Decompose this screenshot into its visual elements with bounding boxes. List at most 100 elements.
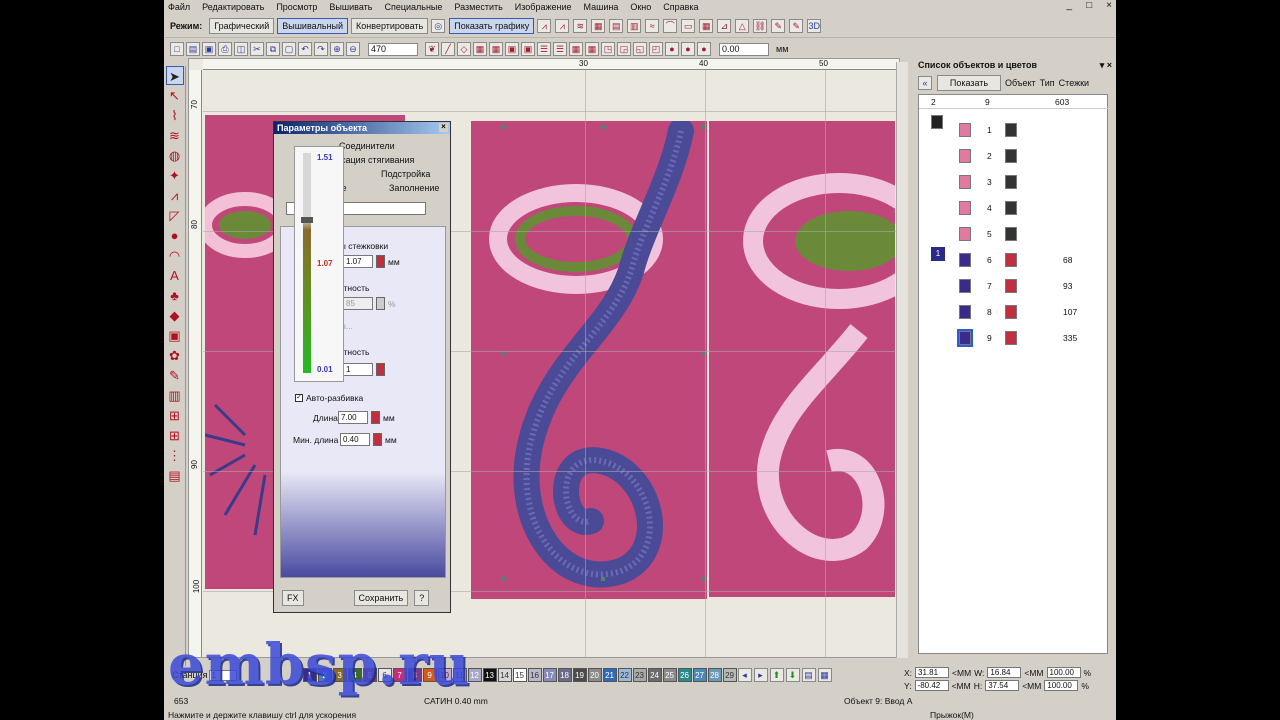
stitch-type-icon[interactable]: ⩘: [537, 18, 552, 33]
satin-icon[interactable]: ▦: [591, 18, 606, 33]
diamond-icon[interactable]: ◆: [166, 306, 184, 325]
table-icon[interactable]: ▦: [585, 42, 599, 56]
zoom-field[interactable]: 470: [368, 42, 418, 56]
copy-icon[interactable]: ⧉: [266, 42, 280, 56]
tool-icon[interactable]: ✎: [771, 18, 786, 33]
color-swatch[interactable]: [959, 123, 971, 137]
move-down-icon[interactable]: ⬇: [785, 668, 800, 682]
fill-icon[interactable]: ▤: [609, 18, 624, 33]
preview-icon[interactable]: ◫: [234, 42, 248, 56]
applique-icon[interactable]: ✿: [166, 346, 184, 365]
image-icon[interactable]: ▣: [521, 42, 535, 56]
menu-arrange[interactable]: Разместить: [454, 2, 502, 12]
tab-adjust[interactable]: Подстройка: [381, 169, 430, 179]
color-swatch[interactable]: [959, 227, 971, 241]
line-icon[interactable]: ╱: [441, 42, 455, 56]
list-item[interactable]: 8 107: [919, 299, 1109, 325]
palette-color-14[interactable]: 14: [497, 668, 512, 682]
menu-view[interactable]: Просмотр: [276, 2, 317, 12]
min-length-input[interactable]: 0.40: [340, 433, 370, 446]
palette-color-29[interactable]: 29: [722, 668, 737, 682]
circle-icon[interactable]: ●: [166, 226, 184, 245]
fill-icon[interactable]: ▥: [627, 18, 642, 33]
close-button[interactable]: ×: [1106, 0, 1112, 11]
spin-button[interactable]: [376, 297, 385, 310]
corner-icon[interactable]: ⊿: [717, 18, 732, 33]
color-swatch[interactable]: [959, 175, 971, 189]
satin-icon[interactable]: ≋: [166, 126, 184, 145]
complex-fill-icon[interactable]: ✦: [166, 166, 184, 185]
node-icon[interactable]: ●: [665, 42, 679, 56]
x-input[interactable]: 31.81: [915, 667, 950, 678]
cut-icon[interactable]: ✂: [250, 42, 264, 56]
menu-file[interactable]: Файл: [168, 2, 190, 12]
stitch-type-icon[interactable]: ⩘: [555, 18, 570, 33]
monogram-icon[interactable]: ♣: [166, 286, 184, 305]
list-item[interactable]: 3: [919, 169, 1109, 195]
image-icon[interactable]: ▣: [505, 42, 519, 56]
list-item[interactable]: 4: [919, 195, 1109, 221]
minimize-button[interactable]: _: [1067, 0, 1073, 11]
color-swatch[interactable]: [959, 253, 971, 267]
color-swatch[interactable]: [959, 305, 971, 319]
collapse-icon[interactable]: «: [918, 76, 932, 90]
height-percent-input[interactable]: 100.00: [1044, 680, 1079, 691]
tab-fill[interactable]: Заполнение: [389, 183, 439, 193]
list-icon[interactable]: ☰: [553, 42, 567, 56]
outline-icon[interactable]: ▭: [681, 18, 696, 33]
arrow-icon[interactable]: ◂: [737, 668, 752, 682]
repeat-input[interactable]: 1: [343, 363, 373, 376]
tool-icon[interactable]: ◲: [617, 42, 631, 56]
density-input[interactable]: 85: [343, 297, 373, 310]
slider-track[interactable]: [303, 153, 311, 373]
length-input[interactable]: 7.00: [338, 411, 368, 424]
save-button[interactable]: Сохранить: [353, 590, 409, 606]
zoom-out-icon[interactable]: ⊖: [346, 42, 360, 56]
menu-help[interactable]: Справка: [663, 2, 698, 12]
open-file-icon[interactable]: ▤: [186, 42, 200, 56]
palette-color-26[interactable]: 26: [677, 668, 692, 682]
motif-icon[interactable]: ✎: [166, 366, 184, 385]
menu-image[interactable]: Изображение: [515, 2, 572, 12]
tool-icon[interactable]: ▦: [817, 668, 832, 682]
grid-icon[interactable]: ⊞: [166, 426, 184, 445]
help-button[interactable]: ?: [414, 590, 430, 606]
grid-icon[interactable]: ▦: [473, 42, 487, 56]
menu-edit[interactable]: Редактировать: [202, 2, 264, 12]
list-item[interactable]: 9 335: [919, 325, 1109, 351]
width-input[interactable]: 16.84: [987, 667, 1022, 678]
camera-icon[interactable]: ▤: [166, 466, 184, 485]
palette-color-13[interactable]: 13: [482, 668, 497, 682]
menu-window[interactable]: Окно: [630, 2, 651, 12]
menu-special[interactable]: Специальные: [384, 2, 442, 12]
leaf-icon[interactable]: ❦: [425, 42, 439, 56]
design-canvas[interactable]: 30 40 50 70 80 90 100 Параметры объекта …: [188, 58, 900, 658]
palette-color-23[interactable]: 23: [632, 668, 647, 682]
palette-color-20[interactable]: 20: [587, 668, 602, 682]
grid-icon[interactable]: ▦: [699, 18, 714, 33]
stitch-icon[interactable]: ⋮: [166, 446, 184, 465]
palette-color-25[interactable]: 25: [662, 668, 677, 682]
panel-controls[interactable]: ▾ ×: [1100, 58, 1112, 72]
palette-color-22[interactable]: 22: [617, 668, 632, 682]
palette-color-28[interactable]: 28: [707, 668, 722, 682]
move-up-icon[interactable]: ⬆: [769, 668, 784, 682]
tool-icon[interactable]: ◳: [601, 42, 615, 56]
print-icon[interactable]: ⎙: [218, 42, 232, 56]
fx-button[interactable]: FX: [282, 590, 304, 606]
save-icon[interactable]: ▣: [202, 42, 216, 56]
shape-icon[interactable]: ◇: [457, 42, 471, 56]
tab-connectors[interactable]: Соединители: [339, 141, 395, 151]
chain-icon[interactable]: ⛓: [753, 18, 768, 33]
tool-icon[interactable]: ◱: [633, 42, 647, 56]
maximize-button[interactable]: □: [1086, 0, 1092, 11]
color-swatch[interactable]: [959, 201, 971, 215]
run-stitch-icon[interactable]: ⌇: [166, 106, 184, 125]
spin-button[interactable]: [376, 255, 385, 268]
spin-button[interactable]: [373, 433, 382, 446]
frame-icon[interactable]: ▣: [166, 326, 184, 345]
outline-icon[interactable]: ◸: [166, 206, 184, 225]
slider-thumb[interactable]: [301, 216, 313, 223]
new-file-icon[interactable]: □: [170, 42, 184, 56]
list-item[interactable]: 2: [919, 143, 1109, 169]
